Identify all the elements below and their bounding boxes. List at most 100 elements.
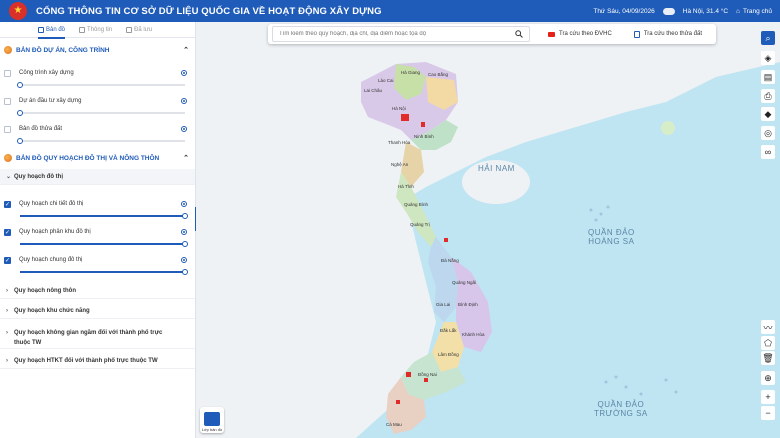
spratly-islands [604, 375, 678, 396]
tab-info-label: Thông tin [87, 26, 113, 33]
eye-icon[interactable] [181, 229, 187, 235]
city-label: Hà Nội [392, 106, 406, 111]
layer-row-detailed[interactable]: ✓ Quy hoạch chi tiết đô thị [4, 199, 187, 209]
layer-label-investment: Dự án đầu tư xây dựng [19, 98, 82, 104]
group-urban-planning[interactable]: ⌄ Quy hoạch đô thị [0, 169, 195, 185]
planning-zone [406, 372, 411, 377]
zoom-out-icon[interactable]: − [761, 406, 775, 420]
map-svg [196, 22, 780, 438]
basemap-icon [204, 412, 220, 426]
layers-icon[interactable]: ◈ [761, 51, 775, 65]
opacity-slider-construction[interactable] [17, 81, 185, 88]
chevron-up-icon[interactable]: ⌃ [183, 154, 189, 162]
zoom-in-icon[interactable]: + [761, 390, 775, 404]
layer-row-investment[interactable]: Dự án đầu tư xây dựng [4, 96, 187, 106]
section-projects-header[interactable]: BẢN ĐỒ DỰ ÁN, CÔNG TRÌNH ⌃ [4, 46, 191, 54]
lookup-parcel-label: Tra cứu theo thửa đất [643, 31, 702, 37]
tab-info[interactable]: Thông tin [79, 22, 112, 38]
eye-icon[interactable] [181, 70, 187, 76]
checkbox-general[interactable]: ✓ [4, 256, 11, 264]
layer-row-zoning[interactable]: ✓ Quy hoạch phân khu đô thị [4, 227, 187, 237]
map-canvas[interactable]: HẢI NAM QUẦN ĐẢO HOÀNG SA QUẦN ĐẢO TRƯỜN… [196, 22, 780, 438]
layer-row-construction[interactable]: Công trình xây dựng [4, 68, 187, 78]
layer-label-zoning: Quy hoạch phân khu đô thị [19, 229, 91, 235]
search-input[interactable] [272, 26, 530, 42]
tab-map[interactable]: Bản đồ [38, 22, 66, 39]
book-icon[interactable]: ▤ [761, 70, 775, 84]
checkbox-construction[interactable] [4, 69, 11, 77]
city-label: Đà Nẵng [441, 258, 459, 263]
section-planning-header[interactable]: BẢN ĐỒ QUY HOẠCH ĐÔ THỊ VÀ NÔNG THÔN ⌃ [4, 154, 191, 162]
group-underground[interactable]: › Quy hoạch không gian ngầm đối với thàn… [0, 323, 195, 349]
tab-saved[interactable]: Đã lưu [126, 22, 152, 38]
link-icon[interactable]: ∞ [761, 145, 775, 159]
slider-knob[interactable] [17, 137, 23, 144]
checkbox-investment[interactable] [4, 97, 11, 105]
checkbox-detailed[interactable]: ✓ [4, 200, 11, 208]
lookup-parcel-button[interactable]: Tra cứu theo thửa đất [633, 30, 702, 38]
slider-knob[interactable] [182, 268, 188, 275]
lookup-admin-button[interactable]: Tra cứu theo ĐVHC [548, 31, 612, 37]
city-label: Đồng Nai [418, 372, 437, 377]
eye-icon[interactable] [181, 201, 187, 207]
crosshair-icon[interactable]: ⊕ [761, 371, 775, 385]
slider-knob[interactable] [182, 212, 188, 219]
planning-zone [396, 400, 400, 404]
polygon-icon[interactable]: ⬠ [761, 336, 775, 350]
search-icon[interactable]: ⌕ [761, 31, 775, 45]
eye-icon[interactable] [181, 257, 187, 263]
search-icon[interactable] [512, 27, 526, 41]
direction-icon[interactable]: ◆ [761, 107, 775, 121]
home-link[interactable]: ⌂ Trang chủ [736, 8, 772, 15]
layer-row-general[interactable]: ✓ Quy hoạch chung đô thị [4, 255, 187, 265]
slider-knob[interactable] [17, 81, 23, 88]
city-label: Quảng Bình [404, 202, 429, 207]
tab-map-label: Bản đồ [46, 26, 66, 33]
group-urban-planning-label: Quy hoạch đô thị [14, 173, 63, 180]
planning-zone [444, 238, 448, 242]
city-label: Lai Châu [364, 88, 383, 93]
group-infrastructure-label: Quy hoạch HTKT đối với thành phố trực th… [14, 357, 158, 364]
opacity-slider-investment[interactable] [17, 109, 185, 116]
layer-label-detailed: Quy hoạch chi tiết đô thị [19, 201, 84, 207]
basemap-switcher[interactable]: Lớp bản đồ [200, 407, 224, 433]
locate-icon[interactable]: ◎ [761, 126, 775, 140]
lookup-admin-label: Tra cứu theo ĐVHC [559, 31, 612, 37]
opacity-slider-general[interactable] [20, 268, 188, 275]
city-label: Khánh Hòa [462, 332, 485, 337]
tab-saved-label: Đã lưu [134, 26, 153, 33]
city-label: Lâm Đồng [438, 352, 459, 357]
info-tab-icon [79, 26, 86, 33]
section-planning-icon [4, 154, 12, 162]
slider-knob[interactable] [17, 109, 23, 116]
print-icon[interactable]: ⎙ [761, 89, 775, 103]
checkbox-zoning[interactable]: ✓ [4, 228, 11, 236]
city-label: Cà Mau [386, 422, 402, 427]
national-emblem-logo[interactable]: ★ [9, 2, 27, 20]
city-label: Thanh Hóa [388, 140, 411, 145]
chevron-right-icon: › [6, 330, 8, 336]
chevron-up-icon[interactable]: ⌃ [183, 46, 189, 54]
opacity-slider-detailed[interactable] [20, 212, 188, 219]
group-rural-planning[interactable]: › Quy hoạch nông thôn [0, 283, 195, 299]
layer-label-parcel: Bản đồ thửa đất [19, 126, 63, 132]
city-label: Gia Lai [436, 302, 451, 307]
eye-icon[interactable] [181, 98, 187, 104]
layer-row-parcel[interactable]: Bản đồ thửa đất [4, 124, 187, 134]
eye-icon[interactable] [181, 126, 187, 132]
hainan-label: HẢI NAM [478, 164, 515, 173]
saved-tab-icon [126, 26, 133, 33]
group-infrastructure[interactable]: › Quy hoạch HTKT đối với thành phố trực … [0, 353, 195, 369]
opacity-slider-parcel[interactable] [17, 137, 185, 144]
polyline-icon[interactable]: 〰 [761, 320, 775, 334]
group-functional-zone[interactable]: › Quy hoạch khu chức năng [0, 303, 195, 319]
layer-label-construction: Công trình xây dựng [19, 70, 74, 76]
group-rural-label: Quy hoạch nông thôn [14, 287, 76, 294]
city-label: Hà Giang [401, 70, 421, 75]
trash-icon[interactable]: 🗑 [761, 351, 775, 365]
checkbox-parcel[interactable] [4, 125, 11, 133]
weather-text: Hà Nội, 31.4 °C [682, 7, 729, 15]
sidebar-panel: Bản đồ Thông tin Đã lưu BẢN ĐỒ DỰ ÁN, CÔ… [0, 22, 196, 438]
slider-knob[interactable] [182, 240, 188, 247]
opacity-slider-zoning[interactable] [20, 240, 188, 247]
